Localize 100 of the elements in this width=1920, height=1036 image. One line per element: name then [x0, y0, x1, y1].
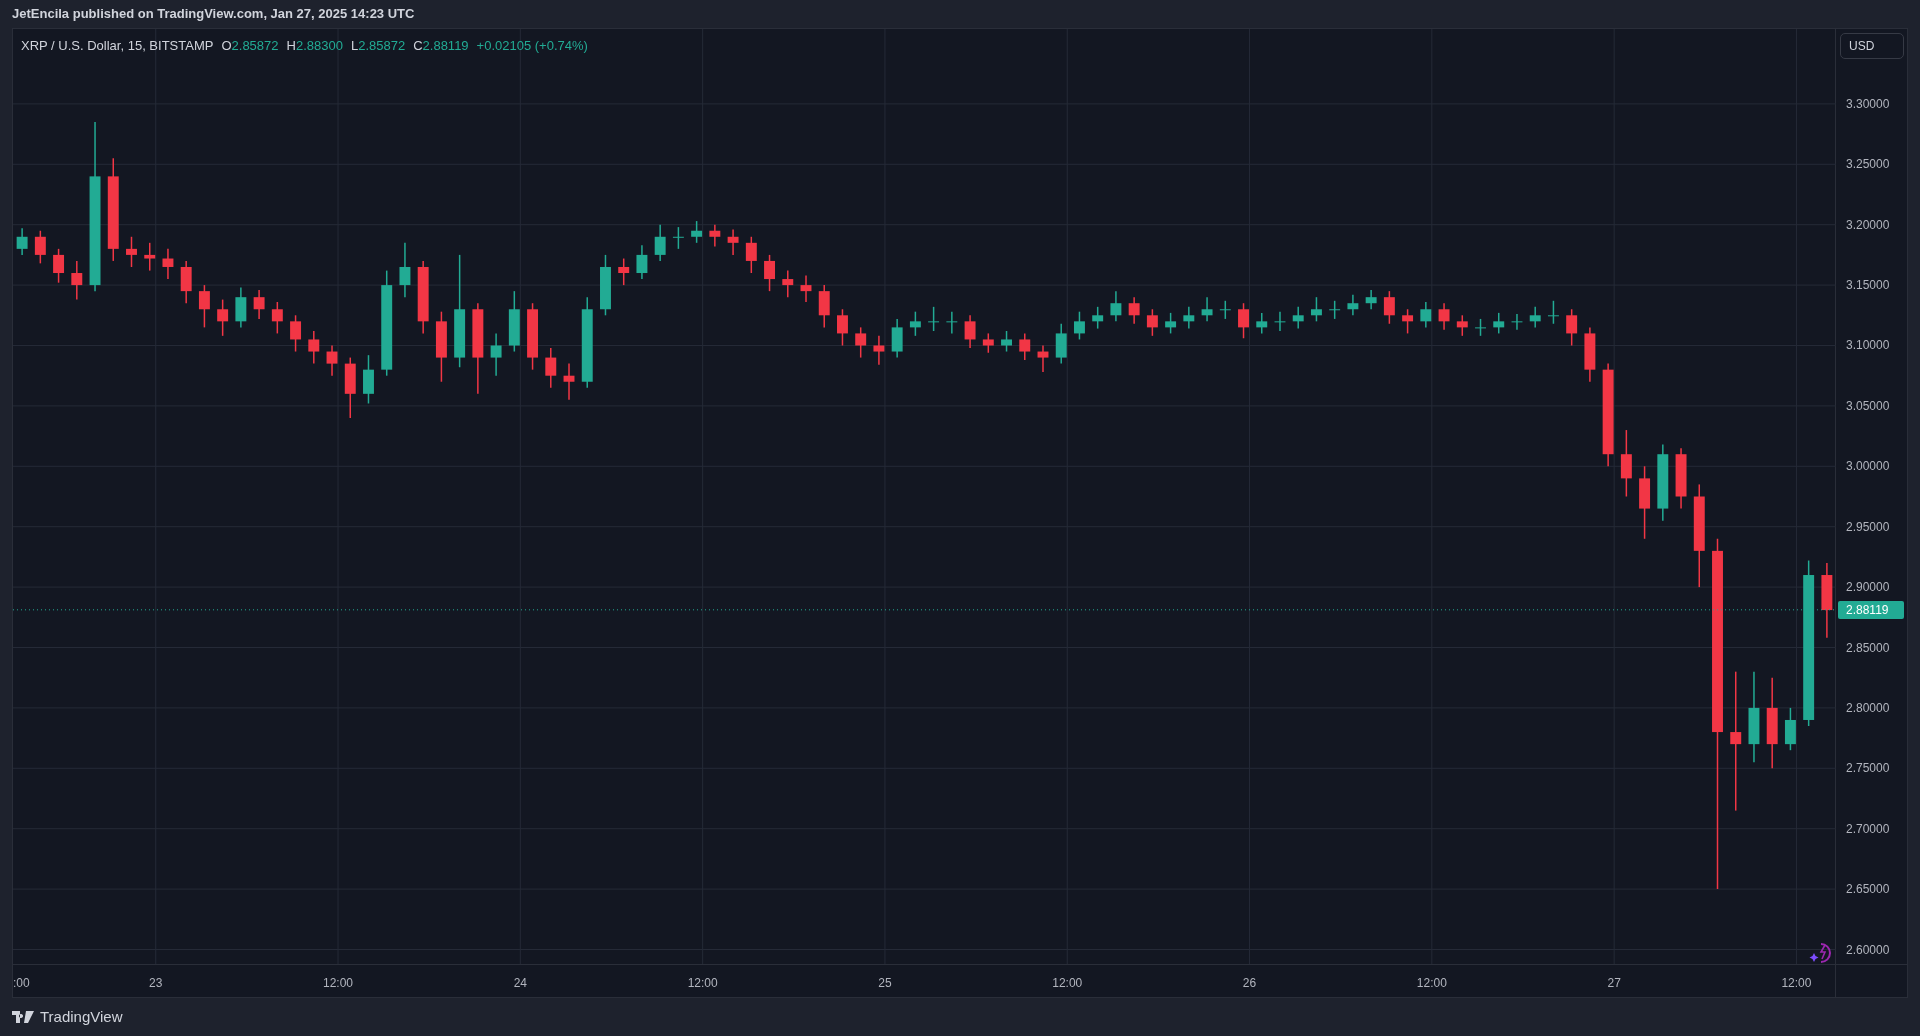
candlestick: [326, 344, 338, 377]
candlestick: [1511, 313, 1523, 331]
candlestick: [217, 298, 229, 337]
candlestick: [490, 332, 502, 377]
candlestick: [563, 362, 575, 401]
candlestick: [527, 302, 538, 371]
candlestick: [873, 335, 885, 366]
time-label: 12:00: [1781, 975, 1812, 992]
candlestick: [1092, 306, 1104, 330]
time-label: 12:00: [1052, 975, 1083, 992]
candlestick: [1584, 326, 1596, 383]
brand-name: TradingView: [40, 1006, 123, 1027]
candlestick: [1620, 429, 1632, 498]
candlestick: [800, 274, 812, 303]
candlestick: [271, 301, 283, 335]
candlestick: [545, 347, 557, 389]
candlestick: [1165, 312, 1177, 335]
candlestick: [1238, 302, 1249, 339]
symbol-title: XRP / U.S. Dollar, 15, BITSTAMP: [21, 37, 214, 55]
candlestick: [964, 314, 976, 349]
candlestick: [126, 236, 137, 268]
candlestick: [1566, 308, 1578, 347]
candlestick: [1055, 323, 1067, 365]
price-change: +0.02105 (+0.74%): [476, 37, 588, 55]
time-label: 26: [1242, 975, 1257, 992]
candlestick: [34, 230, 46, 265]
candlestick: [928, 306, 940, 332]
candlestick: [1456, 314, 1468, 337]
candlestick: [180, 260, 192, 304]
currency-button[interactable]: USD: [1840, 33, 1904, 59]
time-label: :00: [13, 975, 30, 992]
last-price-label: 2.88119: [1838, 600, 1904, 619]
candlestick: [1402, 308, 1414, 335]
ohlc-value: O2.85872: [221, 37, 279, 55]
price-label: 2.90000: [1846, 580, 1890, 595]
candlestick: [290, 314, 302, 353]
candlestick: [891, 318, 903, 359]
price-label: 3.00000: [1846, 459, 1890, 474]
candlestick: [1420, 301, 1432, 329]
candlestick: [782, 269, 794, 298]
candlestick: [16, 227, 28, 256]
candlestick: [1784, 707, 1796, 751]
price-label: 2.70000: [1846, 821, 1890, 836]
candlestick: [946, 310, 958, 335]
time-label: 12:00: [323, 975, 354, 992]
price-label: 3.05000: [1846, 398, 1890, 413]
price-label: 2.85000: [1846, 640, 1890, 655]
candlestick: [1037, 344, 1049, 373]
candlestick: [1347, 294, 1359, 317]
price-label: 2.75000: [1846, 761, 1890, 776]
candlestick: [1201, 296, 1213, 323]
candlestick: [709, 223, 721, 248]
price-label: 2.95000: [1846, 519, 1890, 534]
candlestick: [1493, 312, 1505, 335]
candlestick: [1110, 290, 1122, 323]
candlestick: [1256, 312, 1268, 335]
candlestick: [1074, 310, 1085, 341]
price-label: 3.10000: [1846, 338, 1890, 353]
candlestick: [253, 289, 265, 320]
price-label: 3.20000: [1846, 217, 1890, 232]
candlestick: [71, 260, 83, 301]
candlestick: [1675, 447, 1687, 510]
time-label: 27: [1607, 975, 1621, 992]
time-label: 25: [878, 975, 892, 992]
candlestick: [162, 248, 174, 280]
candlestick: [1547, 300, 1559, 325]
candlestick: [1219, 300, 1231, 320]
price-label: 3.30000: [1846, 96, 1890, 111]
candlestick: [691, 220, 703, 244]
price-label: 3.25000: [1846, 157, 1890, 172]
candlestick: [53, 248, 65, 284]
candlestick: [1183, 306, 1195, 330]
candlestick: [727, 228, 739, 256]
ohlc-value: H2.88300: [286, 37, 343, 55]
time-label: 23: [149, 975, 163, 992]
price-label: 3.15000: [1846, 278, 1890, 293]
candlestick: [1383, 290, 1395, 325]
time-label: 24: [513, 975, 527, 992]
candlestick: [1128, 296, 1140, 325]
candlestick: [1001, 330, 1012, 353]
candlestick: [982, 332, 994, 354]
candlestick: [363, 354, 374, 405]
candlestick: [1146, 308, 1158, 337]
candlestick: [1274, 310, 1286, 332]
candlestick: [508, 290, 520, 353]
candlestick: [344, 356, 356, 419]
ohlc-value: C2.88119: [413, 37, 469, 55]
ohlc-value: L2.85872: [350, 37, 406, 55]
lightning-icon[interactable]: [1809, 943, 1831, 963]
candlestick: [672, 226, 684, 250]
price-label: 2.60000: [1846, 942, 1890, 957]
candlestick: [235, 286, 247, 329]
time-label: 12:00: [687, 975, 718, 992]
candlestick: [1438, 302, 1450, 331]
candlestick: [636, 244, 648, 280]
candlestick: [818, 284, 830, 329]
candlestick: [399, 242, 411, 298]
candlestick: [1529, 306, 1541, 329]
candlestick: [144, 242, 156, 272]
candlestick: [198, 284, 210, 329]
